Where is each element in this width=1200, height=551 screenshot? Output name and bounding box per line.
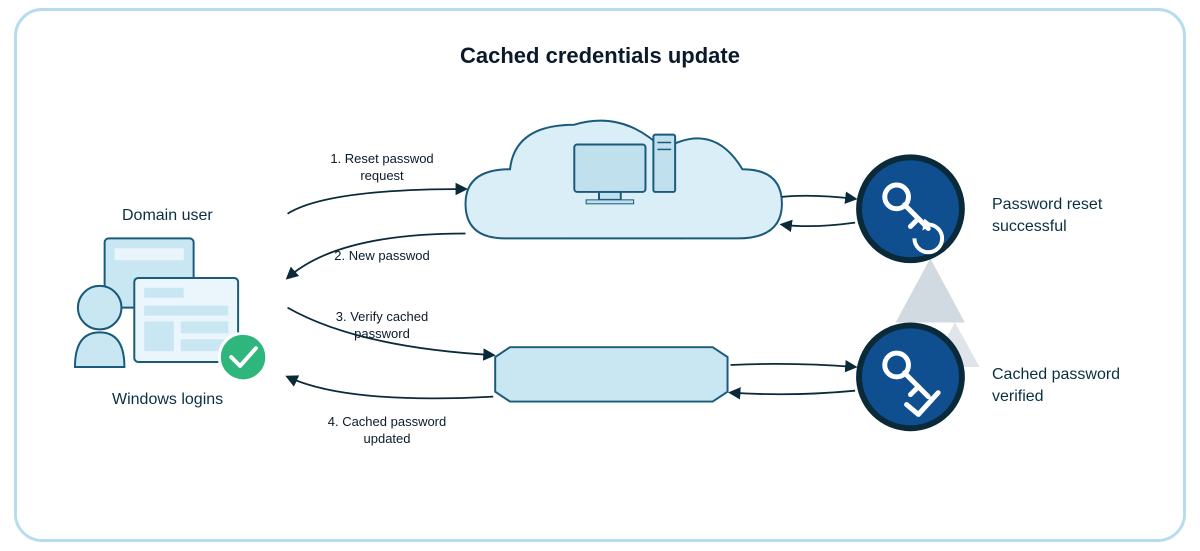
- arrow-cloud-right: [782, 196, 855, 199]
- diagram-svg: [17, 11, 1183, 539]
- cloud-computer-icon: [466, 121, 782, 239]
- arrow-cloud-left: [782, 223, 855, 227]
- user-computer-icon: [75, 238, 238, 367]
- key-reset-icon: [859, 157, 962, 260]
- checkmark-badge-icon: [219, 333, 266, 380]
- arrow-vpn-right: [731, 364, 856, 367]
- arrow-vpn-left: [731, 391, 856, 395]
- key-check-icon: [859, 325, 962, 428]
- diagram-frame: Cached credentials update Domain user Wi…: [14, 8, 1186, 542]
- vpn-box-icon: [495, 347, 727, 401]
- arrow-step1: [288, 189, 466, 214]
- arrow-step4: [288, 377, 494, 399]
- arrow-step2: [288, 233, 466, 277]
- arrow-step3: [288, 308, 494, 355]
